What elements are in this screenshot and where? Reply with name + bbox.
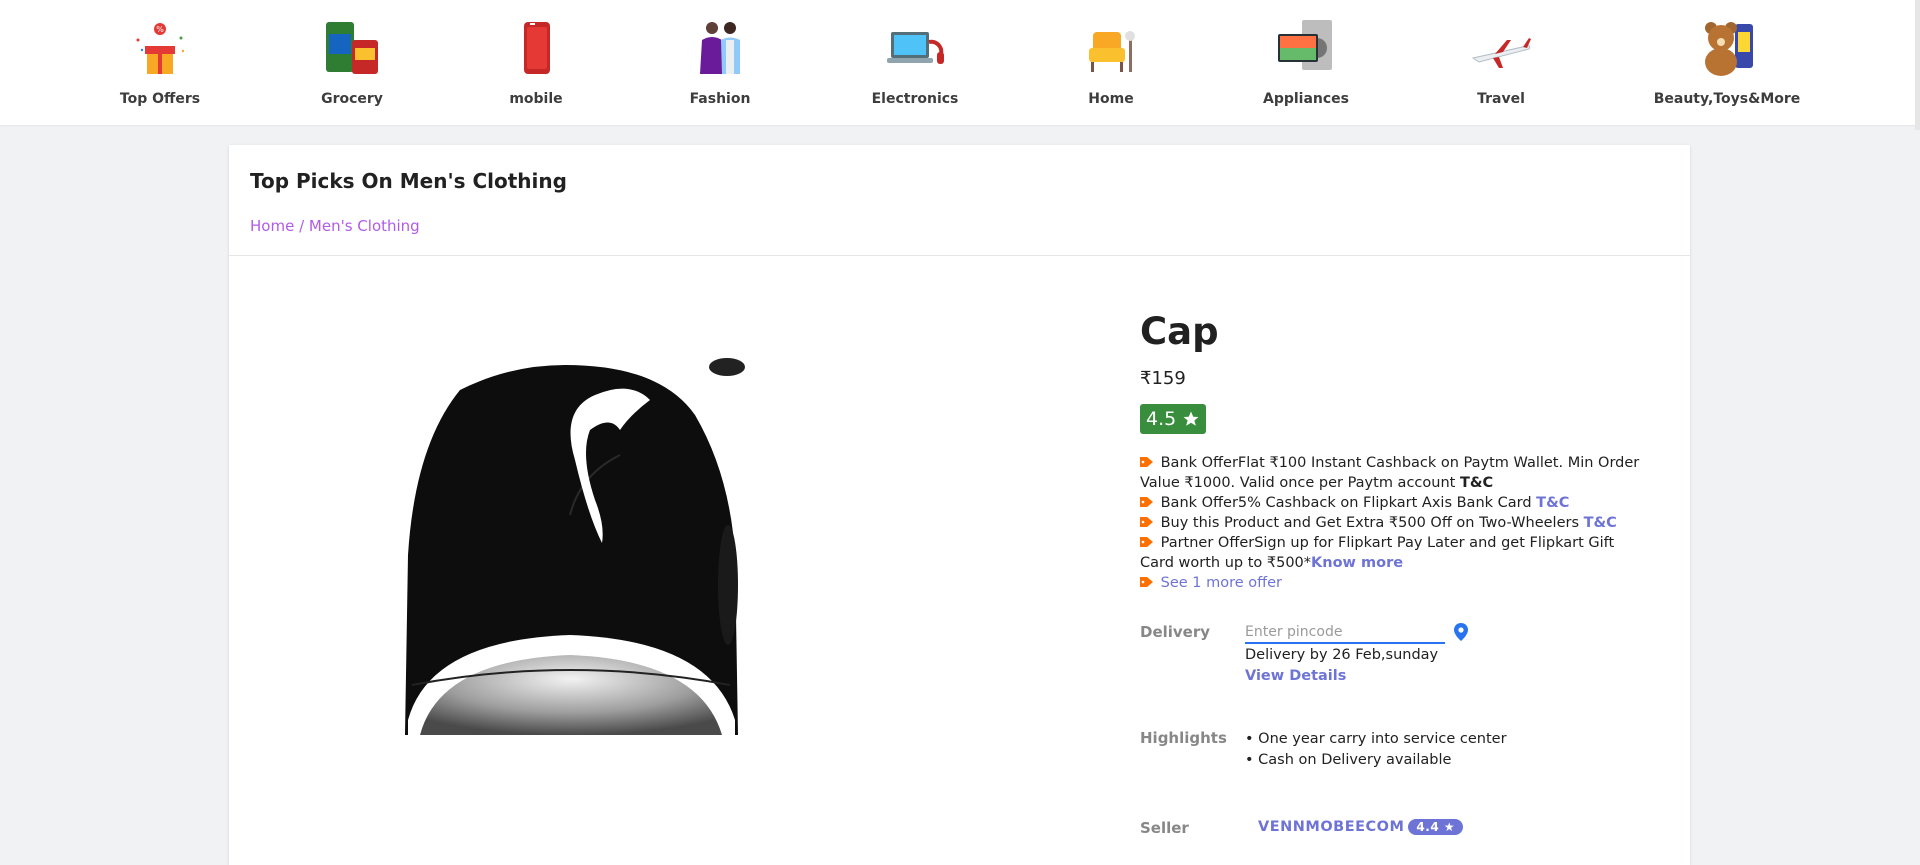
rating-badge: 4.5 <box>1140 404 1207 434</box>
teddy-bear-icon <box>1695 18 1759 82</box>
category-label: Electronics <box>871 91 959 107</box>
offer-text: Bank OfferFlat ₹100 Instant Cashback on … <box>1140 455 1640 491</box>
laptop-icon <box>883 18 947 82</box>
fashion-icon <box>688 18 752 82</box>
terms-link[interactable]: T&C <box>1584 515 1617 531</box>
product-price: ₹159 <box>1140 368 1186 389</box>
offer-item: Bank Offer5% Cashback on Flipkart Axis B… <box>1140 493 1650 513</box>
category-grocery[interactable]: Grocery <box>272 18 432 107</box>
gift-offers-icon: % <box>128 18 192 82</box>
highlights-section: Highlights One year carry into service c… <box>1140 729 1660 789</box>
delivery-date-text: Delivery by 26 Feb,sunday <box>1245 647 1439 663</box>
black-cap-icon <box>405 358 745 735</box>
category-label: Fashion <box>689 91 751 107</box>
terms-link[interactable]: T&C <box>1460 475 1493 491</box>
category-travel[interactable]: Travel <box>1421 18 1581 107</box>
product-details: Cap ₹159 4.5 Bank OfferFlat ₹100 Instant… <box>1140 310 1660 849</box>
seller-rating-badge: 4.4 ★ <box>1408 819 1464 835</box>
product-name: Cap <box>1140 310 1219 353</box>
category-label: Appliances <box>1262 91 1350 107</box>
category-label: Home <box>1088 91 1134 107</box>
category-top-offers[interactable]: % Top Offers <box>80 18 240 107</box>
category-appliances[interactable]: Appliances <box>1226 18 1386 107</box>
terms-link[interactable]: T&C <box>1536 495 1569 511</box>
page-title: Top Picks On Men's Clothing <box>250 169 567 193</box>
offer-item: See 1 more offer <box>1140 573 1650 593</box>
offer-item: Buy this Product and Get Extra ₹500 Off … <box>1140 513 1650 533</box>
category-electronics[interactable]: Electronics <box>835 18 995 107</box>
category-label: Beauty,Toys&More <box>1653 91 1801 107</box>
appliances-icon <box>1274 18 1338 82</box>
svg-text:%: % <box>156 25 164 34</box>
highlight-item: One year carry into service center <box>1245 729 1506 750</box>
breadcrumb-home[interactable]: Home <box>250 217 294 235</box>
armchair-icon <box>1079 18 1143 82</box>
category-beauty-toys-more[interactable]: Beauty,Toys&More <box>1647 18 1807 107</box>
seller-label: Seller <box>1140 819 1189 837</box>
pincode-input[interactable] <box>1245 622 1445 644</box>
highlight-item: Cash on Delivery available <box>1245 750 1507 771</box>
know-more-link[interactable]: Know more <box>1311 555 1403 571</box>
rating-value: 4.5 <box>1146 408 1177 430</box>
category-home[interactable]: Home <box>1031 18 1191 107</box>
seller-section: Seller VENNMOBEECOM 4.4 ★ <box>1140 819 1660 849</box>
price-tag-icon <box>1140 457 1153 467</box>
star-icon <box>1183 411 1199 426</box>
airplane-icon <box>1469 18 1533 82</box>
category-fashion[interactable]: Fashion <box>640 18 800 107</box>
offers-list: Bank OfferFlat ₹100 Instant Cashback on … <box>1140 453 1650 593</box>
product-image[interactable] <box>320 215 780 735</box>
price-tag-icon <box>1140 497 1153 507</box>
page-scrollbar[interactable] <box>1915 0 1920 130</box>
see-more-offers-link[interactable]: See 1 more offer <box>1161 575 1282 591</box>
category-label: Travel <box>1477 91 1525 107</box>
price-tag-icon <box>1140 517 1153 527</box>
offer-text: Buy this Product and Get Extra ₹500 Off … <box>1160 515 1584 531</box>
mobile-phone-icon <box>504 18 568 82</box>
offer-item: Bank OfferFlat ₹100 Instant Cashback on … <box>1140 453 1650 493</box>
category-label: mobile <box>509 91 563 107</box>
breadcrumb-separator: / <box>299 217 305 235</box>
category-label: Top Offers <box>119 91 201 107</box>
highlights-list: One year carry into service center Cash … <box>1245 729 1507 771</box>
price-tag-icon <box>1140 577 1153 587</box>
highlights-label: Highlights <box>1140 729 1227 747</box>
seller-name-link[interactable]: VENNMOBEECOM 4.4 ★ <box>1258 819 1464 835</box>
view-details-link[interactable]: View Details <box>1245 668 1346 684</box>
offer-text: Bank Offer5% Cashback on Flipkart Axis B… <box>1160 495 1537 511</box>
price-tag-icon <box>1140 537 1153 547</box>
offer-item: Partner OfferSign up for Flipkart Pay La… <box>1140 533 1650 573</box>
location-pin-icon[interactable] <box>1454 623 1468 641</box>
delivery-section: Delivery Delivery by 26 Feb,sunday View … <box>1140 622 1660 693</box>
category-bar: % Top Offers Grocery mobile Fashion Elec… <box>0 0 1920 130</box>
delivery-label: Delivery <box>1140 623 1211 641</box>
grocery-icon <box>320 18 384 82</box>
category-label: Grocery <box>321 91 383 107</box>
category-mobile[interactable]: mobile <box>456 18 616 107</box>
seller-name[interactable]: VENNMOBEECOM <box>1258 819 1404 835</box>
